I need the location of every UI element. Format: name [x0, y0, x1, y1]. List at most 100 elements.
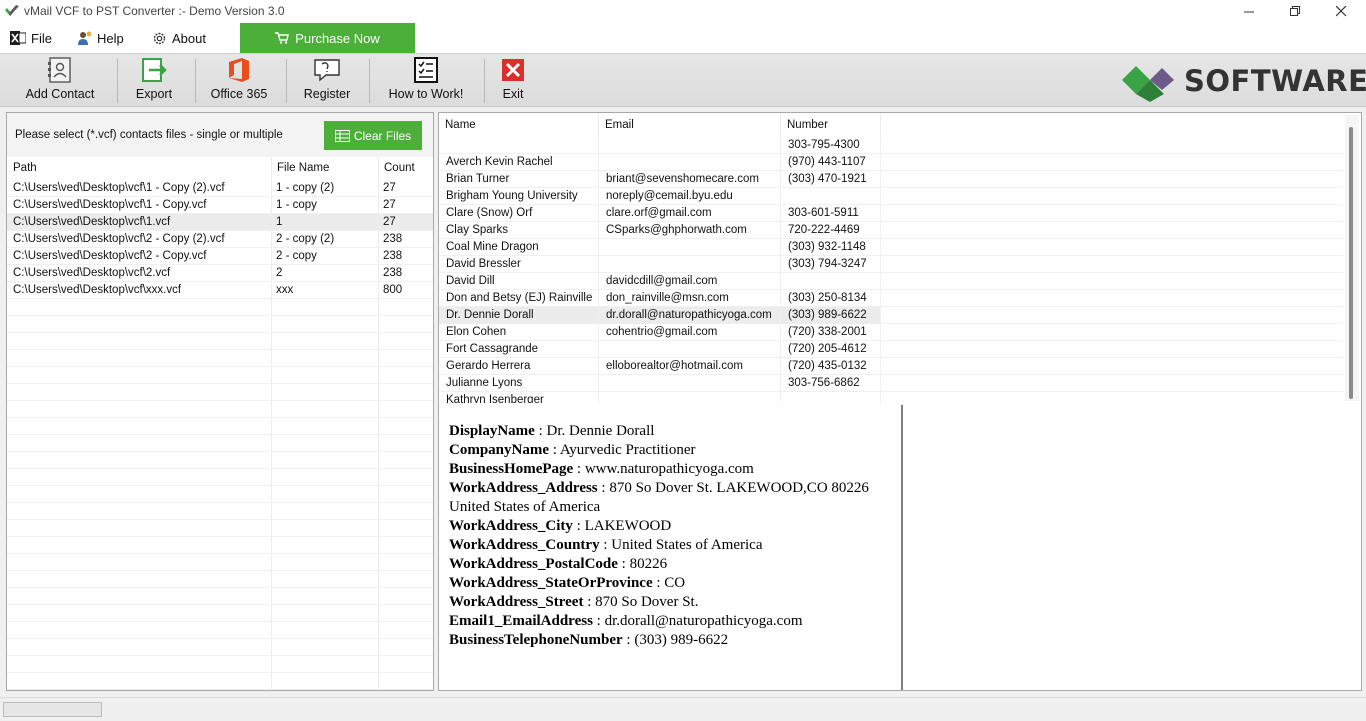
detail-line: WorkAddress_Country : United States of A…	[449, 537, 763, 553]
empty-row	[7, 537, 433, 554]
contact-email-cell	[599, 239, 781, 256]
detail-value: www.naturopathicyoga.com	[584, 461, 754, 477]
contact-row[interactable]: David Dill davidcdill@gmail.com	[439, 273, 1343, 290]
file-path-cell: C:\Users\ved\Desktop\vcf\1 - Copy (2).vc…	[13, 182, 225, 194]
close-button[interactable]	[1318, 0, 1364, 23]
detail-value: (303) 989-6622	[634, 632, 729, 648]
detail-line: BusinessHomePage : www.naturopathicyoga.…	[449, 461, 754, 477]
register-button[interactable]: Register	[303, 56, 351, 104]
contact-number-cell	[781, 188, 881, 205]
column-header-file-name[interactable]: File Name	[271, 157, 378, 180]
window-title: vMail VCF to PST Converter :- Demo Versi…	[24, 4, 285, 18]
contact-row[interactable]: Averch Kevin Rachel (970) 443-1107	[439, 154, 1343, 171]
file-row[interactable]: C:\Users\ved\Desktop\vcf\1 - Copy.vcf 1 -…	[7, 197, 433, 214]
export-button[interactable]: Export	[132, 56, 176, 104]
column-header-count[interactable]: Count	[378, 157, 433, 180]
detail-line: WorkAddress_Street : 870 So Dover St.	[449, 594, 699, 610]
file-row[interactable]: C:\Users\ved\Desktop\vcf\2 - Copy (2).vc…	[7, 231, 433, 248]
minimize-icon	[1243, 11, 1254, 13]
cart-icon	[275, 32, 290, 44]
contact-row[interactable]: David Bressler (303) 794-3247	[439, 256, 1343, 273]
detail-line: WorkAddress_PostalCode : 80226	[449, 556, 668, 572]
column-header-number[interactable]: Number	[781, 113, 881, 137]
brand-logo: SOFTWARE	[1120, 60, 1366, 102]
contact-row[interactable]: Elon Cohen cohentrio@gmail.com (720) 338-2…	[439, 324, 1343, 341]
contact-row[interactable]: Clay Sparks CSparks@ghphorwath.com 720-222…	[439, 222, 1343, 239]
contact-number-cell: 303-795-4300	[781, 137, 881, 154]
contact-number-cell: (720) 435-0132	[781, 358, 881, 375]
contact-row[interactable]: Fort Cassagrande (720) 205-4612	[439, 341, 1343, 358]
contact-row[interactable]: 303-795-4300	[439, 137, 1343, 154]
empty-row	[7, 656, 433, 673]
app-logo-icon	[5, 5, 19, 16]
toolbar-divider	[369, 59, 370, 103]
file-path-cell: C:\Users\ved\Desktop\vcf\xxx.vcf	[13, 284, 182, 296]
contact-row[interactable]: Kathryn Isenberger	[439, 392, 1343, 403]
contact-name-cell: Dr. Dennie Dorall	[439, 307, 599, 324]
contact-row[interactable]: Don and Betsy (EJ) Rainville don_rainvill…	[439, 290, 1343, 307]
contact-name-cell: Averch Kevin Rachel	[439, 154, 599, 171]
vertical-scrollbar[interactable]	[1345, 115, 1359, 401]
how-to-work-label: How to Work!	[388, 87, 464, 101]
detail-line: WorkAddress_StateOrProvince : CO	[449, 575, 686, 591]
minimize-button[interactable]	[1226, 0, 1272, 23]
file-row[interactable]: C:\Users\ved\Desktop\vcf\2.vcf 2 238	[7, 265, 433, 282]
menu-about[interactable]: About	[152, 23, 206, 53]
clear-files-button[interactable]: Clear Files	[324, 121, 422, 150]
restore-button[interactable]	[1272, 0, 1318, 23]
contact-name-cell: Don and Betsy (EJ) Rainville	[439, 290, 599, 307]
files-panel-header: Please select (*.vcf) contacts files - s…	[7, 113, 433, 157]
detail-key: WorkAddress_City	[449, 518, 573, 534]
contact-email-cell: davidcdill@gmail.com	[599, 273, 781, 290]
file-count-cell: 238	[383, 233, 403, 245]
toolbar-divider	[484, 59, 485, 103]
empty-row	[7, 367, 433, 384]
contact-number-cell: 303-756-6862	[781, 375, 881, 392]
empty-row	[7, 350, 433, 367]
contact-name-cell: Clay Sparks	[439, 222, 599, 239]
contact-row[interactable]: Coal Mine Dragon (303) 932-1148	[439, 239, 1343, 256]
purchase-now-button[interactable]: Purchase Now	[240, 23, 415, 53]
brand-mark-icon	[1122, 66, 1174, 102]
office365-button[interactable]: Office 365	[210, 56, 268, 104]
empty-row	[7, 571, 433, 588]
exit-button[interactable]: Exit	[500, 56, 526, 104]
file-count-cell: 27	[383, 199, 396, 211]
detail-key: WorkAddress_PostalCode	[449, 556, 618, 572]
file-row[interactable]: C:\Users\ved\Desktop\vcf\2 - Copy.vcf 2 -…	[7, 248, 433, 265]
contact-name-cell: Elon Cohen	[439, 324, 599, 341]
detail-splitter[interactable]	[901, 405, 903, 690]
contact-email-cell: briant@sevenshomecare.com	[599, 171, 781, 188]
how-to-work-button[interactable]: How to Work!	[386, 56, 466, 104]
gear-icon	[153, 32, 166, 44]
scrollbar-thumb[interactable]	[1349, 127, 1353, 399]
empty-row	[7, 486, 433, 503]
column-header-email[interactable]: Email	[599, 113, 781, 137]
detail-value: 80226	[629, 556, 668, 572]
contact-row[interactable]: Gerardo Herrera elloborealtor@hotmail.com…	[439, 358, 1343, 375]
detail-key: Email1_EmailAddress	[449, 613, 593, 629]
contact-row[interactable]: Dr. Dennie Dorall dr.dorall@naturopathicy…	[439, 307, 1343, 324]
add-contact-button[interactable]: Add Contact	[23, 56, 97, 104]
exit-label: Exit	[502, 87, 524, 101]
contact-row[interactable]: Brigham Young University noreply@cemail.b…	[439, 188, 1343, 205]
files-panel: Please select (*.vcf) contacts files - s…	[6, 112, 434, 691]
column-header-name[interactable]: Name	[439, 113, 599, 137]
contact-row[interactable]: Clare (Snow) Orf clare.orf@gmail.com 303-6…	[439, 205, 1343, 222]
menu-file[interactable]: File	[10, 23, 52, 53]
file-row[interactable]: C:\Users\ved\Desktop\vcf\xxx.vcf xxx 800	[7, 282, 433, 299]
contact-name-cell: David Dill	[439, 273, 599, 290]
empty-row	[7, 605, 433, 622]
file-row[interactable]: C:\Users\ved\Desktop\vcf\1.vcf 1 27	[7, 214, 433, 231]
detail-value: 870 So Dover St.	[595, 594, 699, 610]
detail-value: LAKEWOOD	[584, 518, 672, 534]
column-header-path[interactable]: Path	[7, 157, 271, 180]
toolbar-divider	[195, 59, 196, 103]
contact-row[interactable]: Brian Turner briant@sevenshomecare.com (30…	[439, 171, 1343, 188]
file-row[interactable]: C:\Users\ved\Desktop\vcf\1 - Copy (2).vc…	[7, 180, 433, 197]
empty-row	[7, 520, 433, 537]
contact-number-cell: (303) 989-6622	[781, 307, 881, 324]
contact-row[interactable]: Julianne Lyons 303-756-6862	[439, 375, 1343, 392]
menu-help[interactable]: Help	[77, 23, 124, 53]
contact-email-cell: noreply@cemail.byu.edu	[599, 188, 781, 205]
